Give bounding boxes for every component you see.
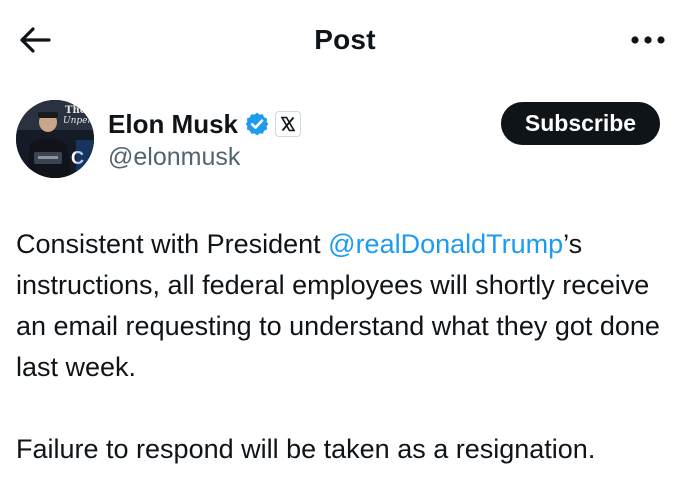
- avatar[interactable]: The Unpera C: [16, 100, 94, 178]
- more-options-button[interactable]: [624, 24, 672, 56]
- more-dots-icon: [631, 36, 665, 44]
- x-logo-icon[interactable]: [275, 111, 302, 137]
- author-handle[interactable]: @elonmusk: [108, 141, 240, 173]
- post-text-segment: Consistent with President: [16, 229, 329, 259]
- post-header: Post: [0, 0, 690, 80]
- post-body: Consistent with President @realDonaldTru…: [16, 224, 676, 470]
- avatar-logo-text: The: [65, 105, 86, 116]
- author-name-row: Elon Musk: [108, 106, 302, 142]
- author-display-name[interactable]: Elon Musk: [108, 107, 238, 141]
- avatar-image: The Unpera C: [16, 100, 94, 178]
- avatar-logo-text-2: Unpera: [63, 116, 94, 126]
- post-paragraph: Consistent with President @realDonaldTru…: [16, 224, 676, 388]
- subscribe-button[interactable]: Subscribe: [501, 102, 660, 145]
- post-paragraph: Failure to respond will be taken as a re…: [16, 434, 596, 464]
- mention-link[interactable]: @realDonaldTrump: [328, 229, 563, 259]
- verified-badge-icon: [244, 111, 270, 137]
- page-title: Post: [314, 24, 376, 55]
